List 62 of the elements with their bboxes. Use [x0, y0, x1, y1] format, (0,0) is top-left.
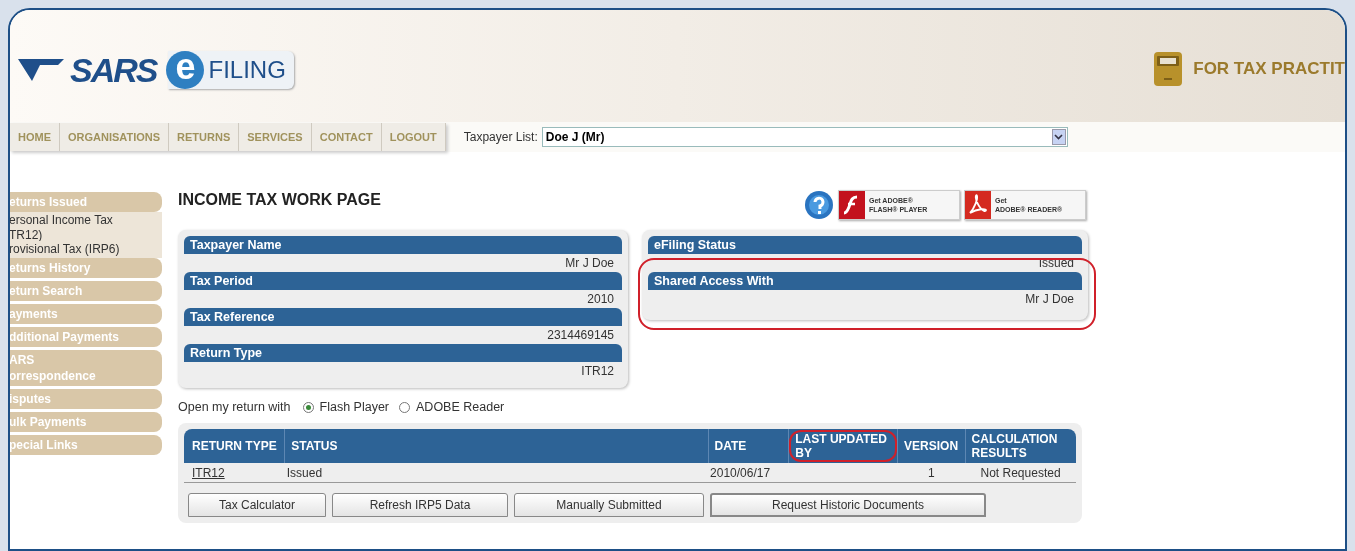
section-header: Return Type	[184, 344, 622, 362]
nav-link[interactable]: LOGOUT	[381, 123, 446, 151]
action-button[interactable]: Manually Submitted	[514, 493, 704, 518]
logo-icon	[18, 57, 66, 83]
column-header: VERSION	[897, 428, 966, 463]
nav-link[interactable]: RETURNS	[169, 123, 240, 151]
sidebar-heading[interactable]: pecial Links	[10, 435, 162, 455]
nav-link[interactable]: ORGANISATIONS	[60, 123, 170, 151]
table-cell: Not Requested	[980, 465, 1061, 480]
field-value: 2314469145	[546, 327, 615, 344]
section-header: Tax Reference	[184, 308, 622, 326]
logo-text: FILING	[208, 55, 286, 85]
column-header: DATE	[708, 428, 789, 463]
sidebar-heading[interactable]: eturns Issued	[10, 192, 162, 212]
sidebar-link[interactable]: ersonal Income Tax TR12)	[10, 212, 162, 244]
field-value: Mr J Doe	[1024, 291, 1075, 308]
table-cell: 1	[928, 465, 935, 480]
sidebar-heading[interactable]: ayments	[10, 304, 162, 324]
nav-link[interactable]: HOME	[10, 123, 60, 151]
sidebar-heading[interactable]: eturn Search	[10, 281, 162, 301]
action-button[interactable]: Tax Calculator	[188, 493, 326, 518]
table-cell: 2010/06/17	[710, 465, 771, 480]
radio-label: ADOBE Reader	[416, 399, 505, 416]
radio-button[interactable]	[399, 401, 411, 413]
column-header: CALCULATION RESULTS	[965, 428, 1076, 463]
banner-text: FOR TAX PRACTIT	[1193, 58, 1345, 81]
section-header: Taxpayer Name	[184, 236, 622, 254]
column-header: RETURN TYPE	[184, 428, 285, 463]
field-value: 2010	[586, 291, 615, 308]
action-button[interactable]: Request Historic Documents	[710, 493, 986, 518]
field-value: Issued	[1037, 255, 1075, 272]
section-header: Tax Period	[184, 272, 622, 290]
sidebar-heading[interactable]: ARS orrespondence	[10, 350, 162, 386]
logo-text: SARS	[70, 49, 157, 91]
field-label: Open my return with	[178, 399, 291, 416]
page-title: INCOME TAX WORK PAGE	[178, 190, 381, 210]
sidebar-heading[interactable]: eturns History	[10, 258, 162, 278]
radio-button[interactable]	[302, 401, 314, 413]
flash-icon	[839, 191, 865, 219]
sidebar-heading[interactable]: dditional Payments	[10, 327, 162, 347]
dropdown-icon	[1051, 129, 1066, 145]
nav-link[interactable]: CONTACT	[311, 123, 382, 151]
sidebar-heading[interactable]: isputes	[10, 389, 162, 409]
section-header: eFiling Status	[648, 236, 1082, 254]
sidebar-heading[interactable]: ulk Payments	[10, 412, 162, 432]
return-link[interactable]: ITR12	[192, 465, 225, 480]
help-icon[interactable]	[804, 190, 834, 220]
column-header: LAST UPDATED BY	[788, 428, 898, 463]
taxpayer-select[interactable]: Doe J (Mr)	[541, 127, 1068, 147]
cabinet-icon	[1153, 51, 1184, 87]
pdf-icon	[965, 191, 991, 219]
sidebar-link[interactable]: rovisional Tax (IRP6)	[10, 241, 162, 258]
field-value: Mr J Doe	[564, 255, 615, 272]
field-label: Taxpayer List:	[463, 129, 538, 146]
section-header: Shared Access With	[648, 272, 1082, 290]
logo-mark: e	[166, 51, 205, 89]
field-value: ITR12	[580, 363, 615, 380]
column-header: STATUS	[284, 428, 709, 463]
radio-label: Flash Player	[319, 399, 390, 416]
action-button[interactable]: Refresh IRP5 Data	[332, 493, 508, 518]
table-cell: Issued	[286, 465, 323, 480]
nav-link[interactable]: SERVICES	[239, 123, 312, 151]
